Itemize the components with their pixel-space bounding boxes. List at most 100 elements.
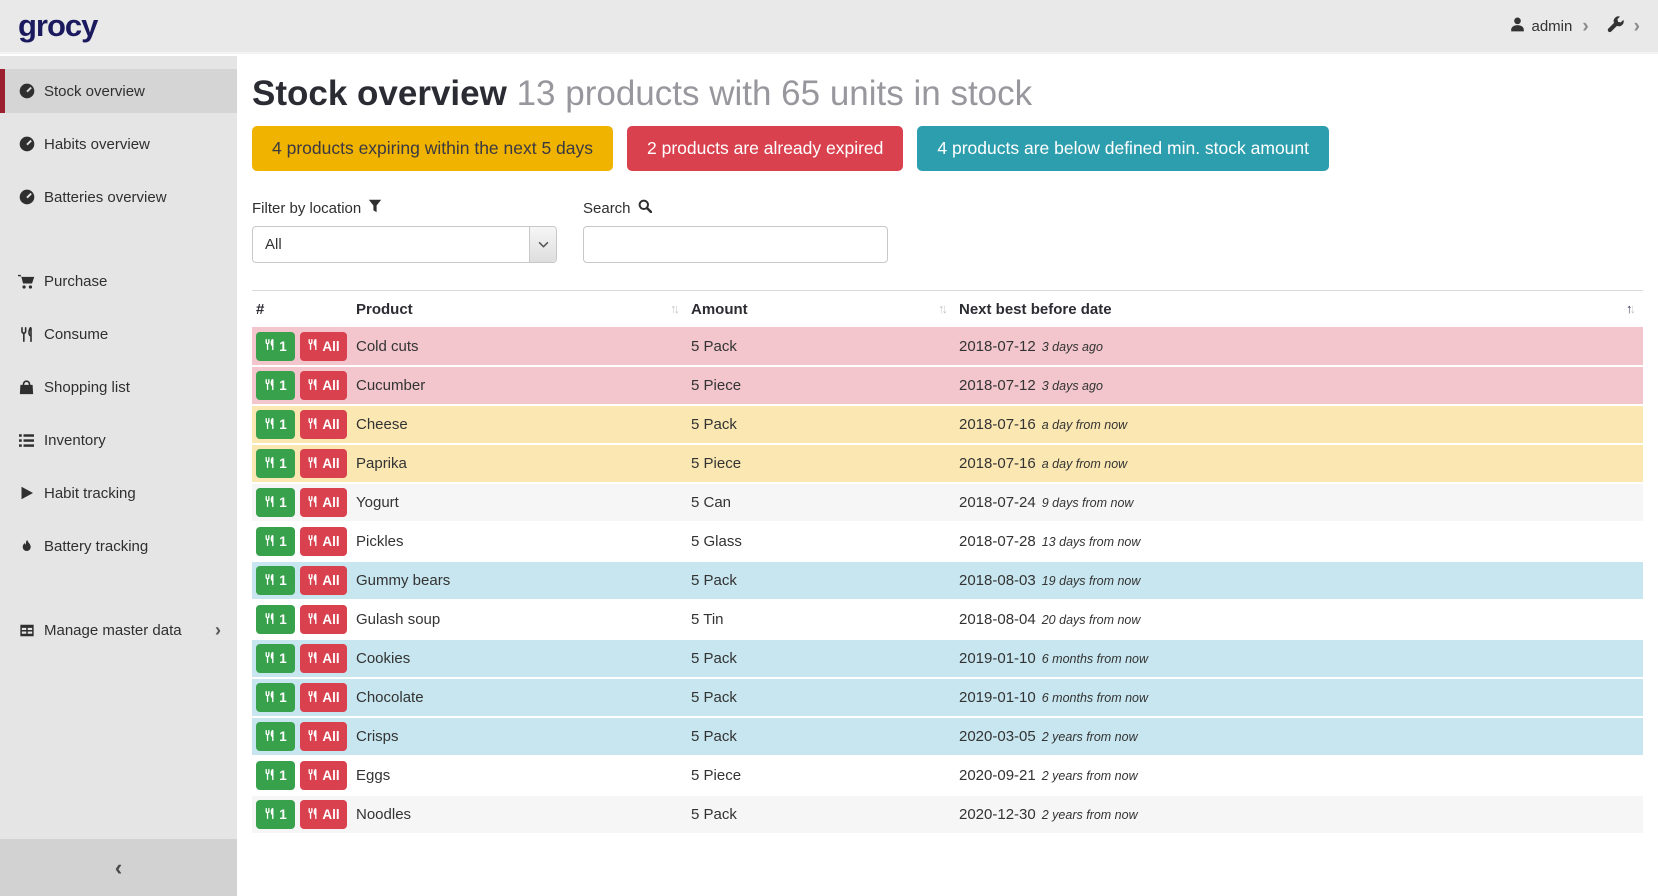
- product-amount: 5 Pack: [687, 678, 955, 717]
- consume-one-button[interactable]: 1: [256, 449, 295, 478]
- utensils-icon: [307, 768, 318, 784]
- table-row: 1 All Cheese 5 Pack 2018-07-16a day from…: [252, 405, 1643, 444]
- consume-one-button[interactable]: 1: [256, 527, 295, 556]
- best-before-date: 2018-07-249 days from now: [955, 483, 1643, 522]
- sort-icon: ↑↓: [670, 301, 677, 316]
- sidebar-item-habit-tracking[interactable]: Habit tracking: [0, 471, 237, 515]
- consume-one-button[interactable]: 1: [256, 371, 295, 400]
- sidebar-item-manage-master-data[interactable]: Manage master data ›: [0, 608, 237, 652]
- best-before-date: 2020-12-302 years from now: [955, 795, 1643, 834]
- chevron-down-icon: [529, 227, 556, 262]
- utensils-icon: [264, 417, 275, 433]
- column-header-best-before-date[interactable]: Next best before date ↑↓: [955, 291, 1643, 328]
- best-before-date: 2018-08-0420 days from now: [955, 600, 1643, 639]
- consume-all-button[interactable]: All: [300, 800, 347, 829]
- consume-all-button[interactable]: All: [300, 644, 347, 673]
- shopping-bag-icon: [18, 380, 35, 395]
- user-menu-chevron-icon[interactable]: ›: [1582, 17, 1588, 36]
- best-before-date: 2018-07-123 days ago: [955, 327, 1643, 366]
- page-subtitle: 13 products with 65 units in stock: [517, 74, 1033, 113]
- location-filter-select[interactable]: All: [252, 226, 557, 263]
- column-header-product[interactable]: Product ↑↓: [352, 291, 687, 328]
- consume-all-button[interactable]: All: [300, 371, 347, 400]
- search-icon: [638, 199, 652, 217]
- utensils-icon: [307, 456, 318, 472]
- utensils-icon: [307, 573, 318, 589]
- gauge-icon: [18, 189, 35, 205]
- table-row: 1 All Chocolate 5 Pack 2019-01-106 month…: [252, 678, 1643, 717]
- table-row: 1 All Paprika 5 Piece 2018-07-16a day fr…: [252, 444, 1643, 483]
- consume-one-button[interactable]: 1: [256, 410, 295, 439]
- settings-menu-chevron-icon[interactable]: ›: [1634, 17, 1640, 36]
- utensils-icon: [307, 417, 318, 433]
- consume-one-button[interactable]: 1: [256, 761, 295, 790]
- utensils-icon: [264, 807, 275, 823]
- utensils-icon: [307, 534, 318, 550]
- consume-one-button[interactable]: 1: [256, 683, 295, 712]
- user-icon: [1510, 17, 1525, 36]
- consume-one-button[interactable]: 1: [256, 332, 295, 361]
- consume-all-button[interactable]: All: [300, 488, 347, 517]
- consume-all-button[interactable]: All: [300, 332, 347, 361]
- sidebar-item-habits-overview[interactable]: Habits overview: [0, 122, 237, 166]
- table-row: 1 All Gulash soup 5 Tin 2018-08-0420 day…: [252, 600, 1643, 639]
- play-icon: [18, 486, 35, 500]
- sidebar-item-stock-overview[interactable]: Stock overview: [0, 69, 237, 113]
- product-name: Pickles: [352, 522, 687, 561]
- stock-table: # Product ↑↓ Amount ↑↓ Next best before …: [252, 290, 1643, 835]
- consume-one-button[interactable]: 1: [256, 605, 295, 634]
- product-name: Paprika: [352, 444, 687, 483]
- gauge-icon: [18, 136, 35, 152]
- consume-all-button[interactable]: All: [300, 722, 347, 751]
- sidebar-collapse-button[interactable]: ‹: [0, 839, 237, 896]
- table-row: 1 All Crisps 5 Pack 2020-03-052 years fr…: [252, 717, 1643, 756]
- expired-products-badge[interactable]: 2 products are already expired: [627, 126, 903, 171]
- best-before-date: 2018-07-123 days ago: [955, 366, 1643, 405]
- settings-wrench-icon[interactable]: [1607, 16, 1624, 37]
- filter-row: Filter by location All Search: [252, 199, 1643, 263]
- consume-one-button[interactable]: 1: [256, 722, 295, 751]
- consume-all-button[interactable]: All: [300, 761, 347, 790]
- location-filter-label: Filter by location: [252, 199, 557, 217]
- utensils-icon: [307, 807, 318, 823]
- consume-all-button[interactable]: All: [300, 449, 347, 478]
- table-row: 1 All Yogurt 5 Can 2018-07-249 days from…: [252, 483, 1643, 522]
- consume-all-button[interactable]: All: [300, 410, 347, 439]
- app-logo[interactable]: grocy: [18, 8, 97, 44]
- utensils-icon: [307, 612, 318, 628]
- top-navbar: grocy admin › ›: [0, 0, 1658, 54]
- search-input[interactable]: [583, 226, 888, 263]
- consume-all-button[interactable]: All: [300, 683, 347, 712]
- consume-one-button[interactable]: 1: [256, 566, 295, 595]
- expiring-products-badge[interactable]: 4 products expiring within the next 5 da…: [252, 126, 613, 171]
- sidebar-item-inventory[interactable]: Inventory: [0, 418, 237, 462]
- utensils-icon: [307, 690, 318, 706]
- consume-all-button[interactable]: All: [300, 527, 347, 556]
- consume-one-button[interactable]: 1: [256, 800, 295, 829]
- table-row: 1 All Cookies 5 Pack 2019-01-106 months …: [252, 639, 1643, 678]
- sidebar-item-consume[interactable]: Consume: [0, 312, 237, 356]
- utensils-icon: [264, 338, 275, 354]
- utensils-icon: [18, 327, 35, 342]
- product-amount: 5 Tin: [687, 600, 955, 639]
- table-row: 1 All Cucumber 5 Piece 2018-07-123 days …: [252, 366, 1643, 405]
- below-min-stock-badge[interactable]: 4 products are below defined min. stock …: [917, 126, 1329, 171]
- consume-one-button[interactable]: 1: [256, 488, 295, 517]
- consume-all-button[interactable]: All: [300, 566, 347, 595]
- best-before-date: 2018-07-16a day from now: [955, 444, 1643, 483]
- user-menu[interactable]: admin: [1510, 17, 1572, 36]
- table-row: 1 All Gummy bears 5 Pack 2018-08-0319 da…: [252, 561, 1643, 600]
- column-header-amount[interactable]: Amount ↑↓: [687, 291, 955, 328]
- sidebar-item-battery-tracking[interactable]: Battery tracking: [0, 524, 237, 568]
- stock-table-body: 1 All Cold cuts 5 Pack 2018-07-123 days …: [252, 327, 1643, 834]
- sidebar-item-purchase[interactable]: Purchase: [0, 259, 237, 303]
- consume-all-button[interactable]: All: [300, 605, 347, 634]
- sidebar-item-batteries-overview[interactable]: Batteries overview: [0, 175, 237, 219]
- consume-one-button[interactable]: 1: [256, 644, 295, 673]
- sidebar-item-shopping-list[interactable]: Shopping list: [0, 365, 237, 409]
- product-amount: 5 Pack: [687, 327, 955, 366]
- sort-icon-active: ↑↓: [1626, 301, 1633, 316]
- best-before-date: 2018-07-2813 days from now: [955, 522, 1643, 561]
- search-label: Search: [583, 199, 888, 217]
- product-name: Gulash soup: [352, 600, 687, 639]
